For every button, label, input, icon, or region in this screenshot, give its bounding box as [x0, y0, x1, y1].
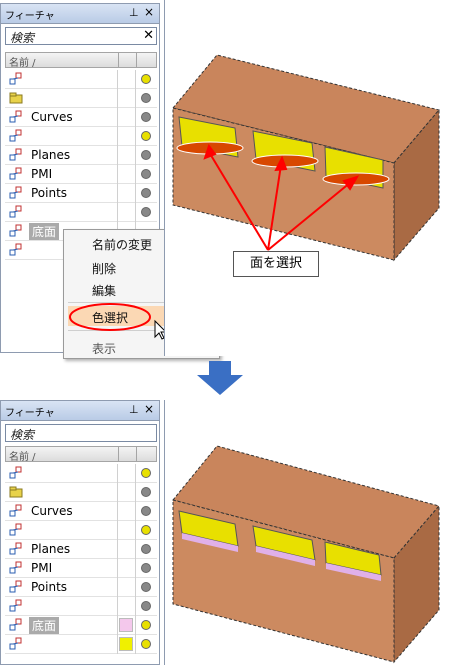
- feature-row[interactable]: [5, 521, 157, 540]
- feature-icon: [9, 466, 23, 480]
- feature-row[interactable]: Planes: [5, 146, 157, 165]
- color-swatch[interactable]: [119, 637, 133, 651]
- panel-title-bar: フィーチャ ⊥ ×: [1, 401, 159, 421]
- color-swatch[interactable]: [119, 618, 133, 632]
- pin-icon[interactable]: ⊥: [129, 6, 139, 19]
- folder-icon: [9, 485, 23, 499]
- visibility-indicator[interactable]: [141, 207, 151, 217]
- feature-label: 底面: [29, 617, 60, 634]
- feature-icon: [9, 523, 23, 537]
- visibility-indicator[interactable]: [141, 487, 151, 497]
- feature-icon: [9, 561, 23, 575]
- feature-icon: [9, 72, 23, 86]
- feature-row[interactable]: [5, 464, 157, 483]
- visibility-indicator[interactable]: [141, 544, 151, 554]
- arrow-down-icon: [197, 361, 243, 395]
- visibility-indicator[interactable]: [141, 601, 151, 611]
- visibility-indicator[interactable]: [141, 525, 151, 535]
- red-circle-annotation: [69, 303, 151, 331]
- feature-icon: [9, 580, 23, 594]
- feature-row[interactable]: [5, 89, 157, 108]
- pin-icon[interactable]: ⊥: [129, 403, 139, 416]
- feature-label: Points: [31, 580, 68, 594]
- visibility-indicator[interactable]: [141, 169, 151, 179]
- search-placeholder: 検索: [10, 428, 35, 442]
- column-header[interactable]: 名前 /: [5, 446, 157, 463]
- close-icon[interactable]: ×: [144, 5, 154, 19]
- feature-row[interactable]: [5, 70, 157, 89]
- feature-label: Curves: [31, 110, 73, 124]
- feature-icon: [9, 504, 23, 518]
- feature-row[interactable]: [5, 635, 157, 654]
- feature-panel-bottom: フィーチャ ⊥ × 検索 名前 / Curves Planes PMI Points 底…: [0, 400, 160, 665]
- feature-row[interactable]: [5, 127, 157, 146]
- search-input[interactable]: 検索: [5, 424, 157, 442]
- feature-row[interactable]: Points: [5, 578, 157, 597]
- feature-label: Planes: [31, 148, 71, 162]
- panel-title: フィーチャ: [5, 11, 55, 22]
- feature-icon: [9, 224, 23, 238]
- feature-icon: [9, 205, 23, 219]
- 3d-model-top: [172, 54, 440, 262]
- feature-icon: [9, 129, 23, 143]
- panel-title-bar: フィーチャ ⊥ ×: [1, 4, 159, 24]
- callout-select-face: 面を選択: [233, 251, 319, 277]
- feature-row[interactable]: Curves: [5, 502, 157, 521]
- search-placeholder: 検索: [10, 31, 35, 45]
- visibility-indicator[interactable]: [141, 131, 151, 141]
- name-column-header[interactable]: 名前 /: [9, 448, 36, 463]
- visibility-indicator[interactable]: [141, 93, 151, 103]
- feature-label: Curves: [31, 504, 73, 518]
- visibility-indicator[interactable]: [141, 112, 151, 122]
- column-header[interactable]: 名前 /: [5, 52, 157, 69]
- feature-label: PMI: [31, 167, 53, 181]
- visibility-indicator[interactable]: [141, 468, 151, 478]
- visibility-indicator[interactable]: [141, 639, 151, 649]
- feature-row[interactable]: Planes: [5, 540, 157, 559]
- 3d-model-bottom: [172, 445, 440, 664]
- feature-label: PMI: [31, 561, 53, 575]
- feature-row[interactable]: Points: [5, 184, 157, 203]
- feature-row[interactable]: Curves: [5, 108, 157, 127]
- feature-label: Planes: [31, 542, 71, 556]
- visibility-indicator[interactable]: [141, 150, 151, 160]
- feature-icon: [9, 148, 23, 162]
- panel-title: フィーチャ: [5, 408, 55, 419]
- 3d-viewport-top[interactable]: [164, 0, 452, 356]
- clear-search-icon[interactable]: ✕: [143, 28, 154, 43]
- feature-row[interactable]: PMI: [5, 165, 157, 184]
- feature-label: 底面: [29, 223, 60, 240]
- feature-label: Points: [31, 186, 68, 200]
- feature-row[interactable]: 底面: [5, 616, 157, 635]
- feature-icon: [9, 542, 23, 556]
- feature-icon: [9, 243, 23, 257]
- feature-icon: [9, 110, 23, 124]
- close-icon[interactable]: ×: [144, 402, 154, 416]
- visibility-indicator[interactable]: [141, 74, 151, 84]
- 3d-viewport-bottom[interactable]: [164, 400, 452, 665]
- feature-icon: [9, 618, 23, 632]
- visibility-indicator[interactable]: [141, 563, 151, 573]
- feature-icon: [9, 167, 23, 181]
- feature-row[interactable]: [5, 597, 157, 616]
- feature-icon: [9, 637, 23, 651]
- search-input[interactable]: 検索 ✕: [5, 27, 157, 45]
- visibility-indicator[interactable]: [141, 188, 151, 198]
- name-column-header[interactable]: 名前 /: [9, 54, 36, 69]
- feature-icon: [9, 599, 23, 613]
- feature-row[interactable]: PMI: [5, 559, 157, 578]
- visibility-indicator[interactable]: [141, 506, 151, 516]
- feature-icon: [9, 186, 23, 200]
- feature-row[interactable]: [5, 203, 157, 222]
- visibility-indicator[interactable]: [141, 582, 151, 592]
- feature-row[interactable]: [5, 483, 157, 502]
- visibility-indicator[interactable]: [141, 620, 151, 630]
- folder-icon: [9, 91, 23, 105]
